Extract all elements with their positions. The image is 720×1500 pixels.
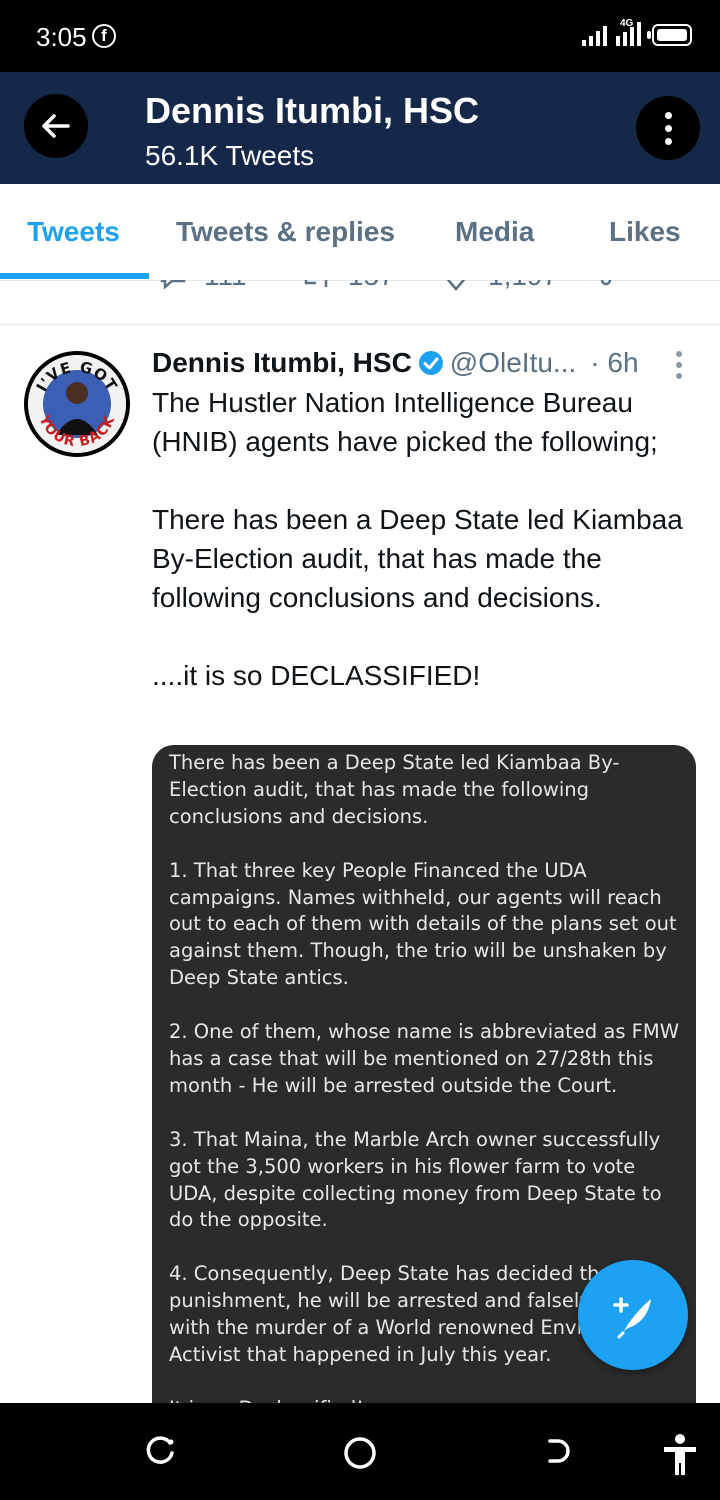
tweet-author-handle[interactable]: @OleItu... xyxy=(450,347,576,378)
recents-icon xyxy=(146,1436,174,1464)
status-bar: 3:05 f 4G xyxy=(0,0,720,72)
recents-button[interactable] xyxy=(142,1433,178,1469)
accessibility-button[interactable] xyxy=(660,1433,700,1477)
accessibility-icon xyxy=(664,1434,696,1475)
retweet-icon xyxy=(304,280,328,287)
avatar[interactable]: I'VE GOT YOUR BACK xyxy=(24,351,130,457)
tab-media[interactable]: Media xyxy=(455,216,534,248)
tweet-menu-icon[interactable] xyxy=(676,351,682,379)
battery-icon xyxy=(647,24,692,46)
signal-4g-icon xyxy=(616,20,641,46)
back-icon xyxy=(548,1439,570,1463)
back-arrow-icon xyxy=(42,114,70,138)
facebook-icon: f xyxy=(92,24,116,48)
tab-tweets[interactable]: Tweets xyxy=(27,216,120,248)
compose-tweet-icon xyxy=(613,1297,651,1339)
tweet-count: 56.1K Tweets xyxy=(145,140,315,171)
tab-likes[interactable]: Likes xyxy=(609,216,681,248)
heart-icon xyxy=(446,280,466,291)
profile-header: Dennis Itumbi, HSC 56.1K Tweets xyxy=(0,72,720,184)
tweet-header: Dennis Itumbi, HSC @OleItu... · 6h xyxy=(152,347,692,387)
reply-action[interactable]: 111 xyxy=(158,280,247,292)
back-nav-button[interactable] xyxy=(540,1433,576,1469)
retweet-action[interactable]: 157 xyxy=(300,280,395,292)
tweet-author-name[interactable]: Dennis Itumbi, HSC xyxy=(152,347,412,378)
tweet-timestamp: · 6h xyxy=(590,347,639,378)
tweet-text: The Hustler Nation Intelligence Bureau (… xyxy=(152,387,683,691)
previous-tweet-actions: 111 157 1,197 xyxy=(0,280,720,325)
signal-icon xyxy=(582,24,607,46)
like-action[interactable]: 1,197 xyxy=(440,280,558,292)
retweet-count: 157 xyxy=(348,280,395,292)
back-button[interactable] xyxy=(24,94,88,158)
profile-tabs: Tweets Tweets & replies Media Likes xyxy=(0,184,720,281)
more-vertical-icon xyxy=(664,111,672,119)
like-count: 1,197 xyxy=(488,280,558,292)
share-action[interactable] xyxy=(580,280,612,290)
reply-count: 111 xyxy=(204,280,247,292)
tab-tweets-replies[interactable]: Tweets & replies xyxy=(176,216,395,248)
status-time: 3:05 xyxy=(36,22,87,52)
tab-indicator xyxy=(0,273,149,279)
navigation-bar xyxy=(0,1403,720,1500)
page-title: Dennis Itumbi, HSC xyxy=(145,90,480,131)
share-icon xyxy=(600,280,612,286)
compose-tweet-button[interactable] xyxy=(578,1260,688,1370)
home-icon xyxy=(344,1437,376,1469)
home-button[interactable] xyxy=(340,1433,380,1473)
reply-icon xyxy=(160,280,186,290)
avatar-image: I'VE GOT YOUR BACK xyxy=(28,355,126,453)
more-options-button[interactable] xyxy=(636,96,700,160)
verified-badge-icon xyxy=(418,351,443,375)
